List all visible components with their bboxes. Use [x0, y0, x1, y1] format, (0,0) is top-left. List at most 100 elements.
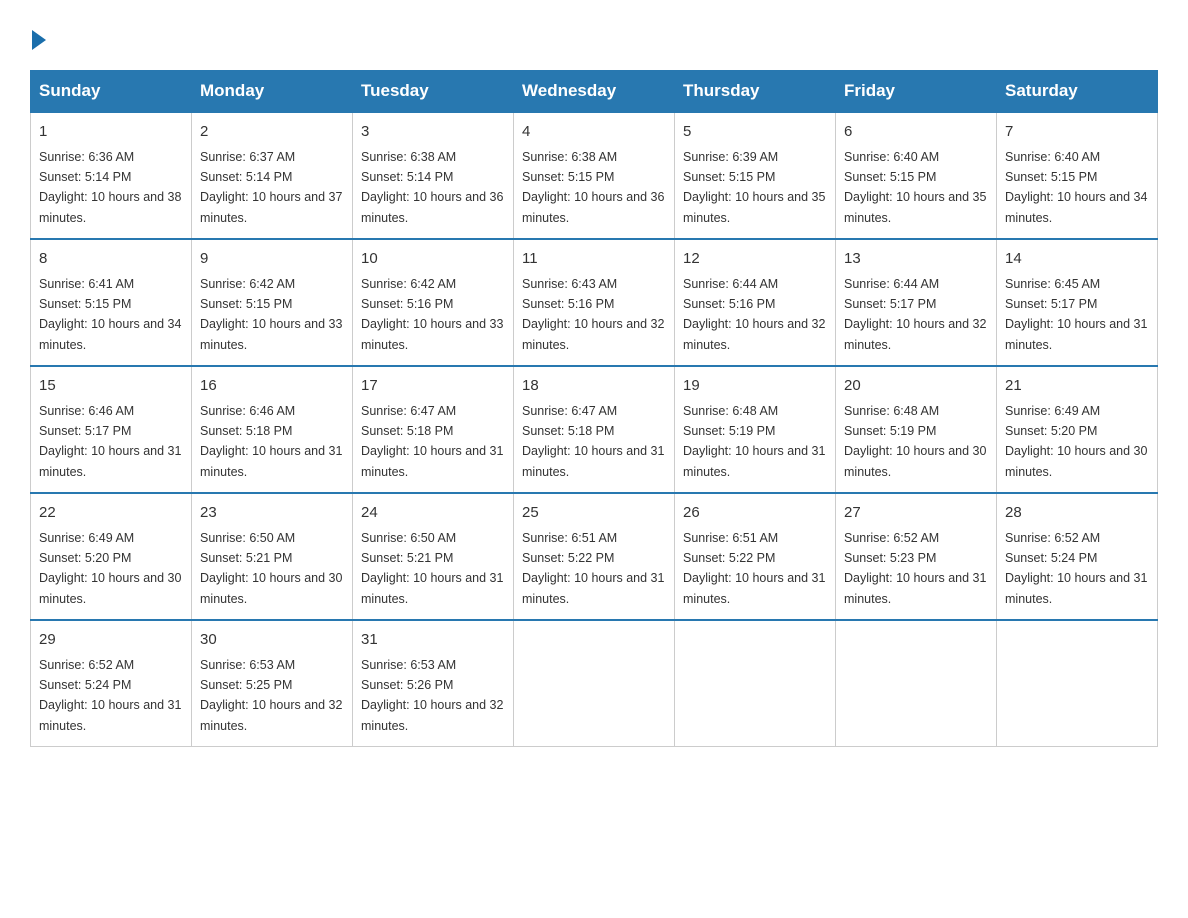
calendar-cell: 4 Sunrise: 6:38 AMSunset: 5:15 PMDayligh…: [514, 112, 675, 239]
day-number: 6: [844, 121, 988, 144]
week-row-4: 22 Sunrise: 6:49 AMSunset: 5:20 PMDaylig…: [31, 493, 1158, 620]
day-number: 22: [39, 502, 183, 525]
day-number: 3: [361, 121, 505, 144]
calendar-cell: 24 Sunrise: 6:50 AMSunset: 5:21 PMDaylig…: [353, 493, 514, 620]
day-info: Sunrise: 6:44 AMSunset: 5:16 PMDaylight:…: [683, 277, 825, 352]
day-info: Sunrise: 6:45 AMSunset: 5:17 PMDaylight:…: [1005, 277, 1147, 352]
day-number: 26: [683, 502, 827, 525]
day-number: 17: [361, 375, 505, 398]
calendar-cell: 23 Sunrise: 6:50 AMSunset: 5:21 PMDaylig…: [192, 493, 353, 620]
day-number: 30: [200, 629, 344, 652]
day-info: Sunrise: 6:42 AMSunset: 5:15 PMDaylight:…: [200, 277, 342, 352]
day-info: Sunrise: 6:52 AMSunset: 5:23 PMDaylight:…: [844, 531, 986, 606]
calendar-cell: 22 Sunrise: 6:49 AMSunset: 5:20 PMDaylig…: [31, 493, 192, 620]
calendar-table: SundayMondayTuesdayWednesdayThursdayFrid…: [30, 70, 1158, 747]
day-number: 24: [361, 502, 505, 525]
day-info: Sunrise: 6:42 AMSunset: 5:16 PMDaylight:…: [361, 277, 503, 352]
day-info: Sunrise: 6:40 AMSunset: 5:15 PMDaylight:…: [844, 150, 986, 225]
day-number: 23: [200, 502, 344, 525]
calendar-cell: 30 Sunrise: 6:53 AMSunset: 5:25 PMDaylig…: [192, 620, 353, 747]
day-info: Sunrise: 6:52 AMSunset: 5:24 PMDaylight:…: [1005, 531, 1147, 606]
day-info: Sunrise: 6:40 AMSunset: 5:15 PMDaylight:…: [1005, 150, 1147, 225]
day-number: 12: [683, 248, 827, 271]
calendar-cell: 12 Sunrise: 6:44 AMSunset: 5:16 PMDaylig…: [675, 239, 836, 366]
day-info: Sunrise: 6:49 AMSunset: 5:20 PMDaylight:…: [1005, 404, 1147, 479]
day-info: Sunrise: 6:53 AMSunset: 5:25 PMDaylight:…: [200, 658, 342, 733]
day-info: Sunrise: 6:44 AMSunset: 5:17 PMDaylight:…: [844, 277, 986, 352]
day-number: 18: [522, 375, 666, 398]
day-number: 5: [683, 121, 827, 144]
day-info: Sunrise: 6:47 AMSunset: 5:18 PMDaylight:…: [522, 404, 664, 479]
header-tuesday: Tuesday: [353, 71, 514, 113]
calendar-cell: 25 Sunrise: 6:51 AMSunset: 5:22 PMDaylig…: [514, 493, 675, 620]
day-number: 29: [39, 629, 183, 652]
calendar-cell: 14 Sunrise: 6:45 AMSunset: 5:17 PMDaylig…: [997, 239, 1158, 366]
logo-general-text: [30, 30, 47, 50]
calendar-cell: [836, 620, 997, 747]
day-info: Sunrise: 6:43 AMSunset: 5:16 PMDaylight:…: [522, 277, 664, 352]
calendar-cell: 20 Sunrise: 6:48 AMSunset: 5:19 PMDaylig…: [836, 366, 997, 493]
week-row-5: 29 Sunrise: 6:52 AMSunset: 5:24 PMDaylig…: [31, 620, 1158, 747]
day-number: 16: [200, 375, 344, 398]
day-number: 31: [361, 629, 505, 652]
calendar-cell: [514, 620, 675, 747]
calendar-cell: 17 Sunrise: 6:47 AMSunset: 5:18 PMDaylig…: [353, 366, 514, 493]
header: [30, 20, 1158, 50]
calendar-cell: 10 Sunrise: 6:42 AMSunset: 5:16 PMDaylig…: [353, 239, 514, 366]
day-info: Sunrise: 6:52 AMSunset: 5:24 PMDaylight:…: [39, 658, 181, 733]
calendar-cell: 29 Sunrise: 6:52 AMSunset: 5:24 PMDaylig…: [31, 620, 192, 747]
day-number: 15: [39, 375, 183, 398]
week-row-1: 1 Sunrise: 6:36 AMSunset: 5:14 PMDayligh…: [31, 112, 1158, 239]
day-info: Sunrise: 6:51 AMSunset: 5:22 PMDaylight:…: [522, 531, 664, 606]
day-number: 2: [200, 121, 344, 144]
day-info: Sunrise: 6:38 AMSunset: 5:15 PMDaylight:…: [522, 150, 664, 225]
calendar-cell: 26 Sunrise: 6:51 AMSunset: 5:22 PMDaylig…: [675, 493, 836, 620]
day-number: 11: [522, 248, 666, 271]
day-number: 7: [1005, 121, 1149, 144]
calendar-cell: 2 Sunrise: 6:37 AMSunset: 5:14 PMDayligh…: [192, 112, 353, 239]
calendar-cell: 3 Sunrise: 6:38 AMSunset: 5:14 PMDayligh…: [353, 112, 514, 239]
calendar-cell: 13 Sunrise: 6:44 AMSunset: 5:17 PMDaylig…: [836, 239, 997, 366]
day-number: 9: [200, 248, 344, 271]
calendar-cell: [997, 620, 1158, 747]
header-sunday: Sunday: [31, 71, 192, 113]
calendar-header: SundayMondayTuesdayWednesdayThursdayFrid…: [31, 71, 1158, 113]
header-wednesday: Wednesday: [514, 71, 675, 113]
calendar-cell: 27 Sunrise: 6:52 AMSunset: 5:23 PMDaylig…: [836, 493, 997, 620]
day-info: Sunrise: 6:53 AMSunset: 5:26 PMDaylight:…: [361, 658, 503, 733]
header-thursday: Thursday: [675, 71, 836, 113]
day-info: Sunrise: 6:37 AMSunset: 5:14 PMDaylight:…: [200, 150, 342, 225]
logo-triangle-icon: [32, 30, 46, 50]
day-info: Sunrise: 6:38 AMSunset: 5:14 PMDaylight:…: [361, 150, 503, 225]
day-number: 19: [683, 375, 827, 398]
calendar-cell: 8 Sunrise: 6:41 AMSunset: 5:15 PMDayligh…: [31, 239, 192, 366]
day-header-row: SundayMondayTuesdayWednesdayThursdayFrid…: [31, 71, 1158, 113]
day-number: 10: [361, 248, 505, 271]
day-info: Sunrise: 6:48 AMSunset: 5:19 PMDaylight:…: [683, 404, 825, 479]
calendar-cell: 6 Sunrise: 6:40 AMSunset: 5:15 PMDayligh…: [836, 112, 997, 239]
calendar-cell: 28 Sunrise: 6:52 AMSunset: 5:24 PMDaylig…: [997, 493, 1158, 620]
day-info: Sunrise: 6:50 AMSunset: 5:21 PMDaylight:…: [200, 531, 342, 606]
calendar-cell: 31 Sunrise: 6:53 AMSunset: 5:26 PMDaylig…: [353, 620, 514, 747]
calendar-cell: [675, 620, 836, 747]
calendar-cell: 16 Sunrise: 6:46 AMSunset: 5:18 PMDaylig…: [192, 366, 353, 493]
day-number: 13: [844, 248, 988, 271]
calendar-cell: 18 Sunrise: 6:47 AMSunset: 5:18 PMDaylig…: [514, 366, 675, 493]
calendar-cell: 11 Sunrise: 6:43 AMSunset: 5:16 PMDaylig…: [514, 239, 675, 366]
day-number: 28: [1005, 502, 1149, 525]
calendar-cell: 9 Sunrise: 6:42 AMSunset: 5:15 PMDayligh…: [192, 239, 353, 366]
header-friday: Friday: [836, 71, 997, 113]
day-info: Sunrise: 6:51 AMSunset: 5:22 PMDaylight:…: [683, 531, 825, 606]
week-row-3: 15 Sunrise: 6:46 AMSunset: 5:17 PMDaylig…: [31, 366, 1158, 493]
day-number: 4: [522, 121, 666, 144]
day-info: Sunrise: 6:46 AMSunset: 5:17 PMDaylight:…: [39, 404, 181, 479]
week-row-2: 8 Sunrise: 6:41 AMSunset: 5:15 PMDayligh…: [31, 239, 1158, 366]
calendar-body: 1 Sunrise: 6:36 AMSunset: 5:14 PMDayligh…: [31, 112, 1158, 747]
calendar-cell: 19 Sunrise: 6:48 AMSunset: 5:19 PMDaylig…: [675, 366, 836, 493]
day-number: 27: [844, 502, 988, 525]
day-info: Sunrise: 6:41 AMSunset: 5:15 PMDaylight:…: [39, 277, 181, 352]
day-number: 25: [522, 502, 666, 525]
logo: [30, 30, 47, 50]
day-info: Sunrise: 6:47 AMSunset: 5:18 PMDaylight:…: [361, 404, 503, 479]
calendar-cell: 5 Sunrise: 6:39 AMSunset: 5:15 PMDayligh…: [675, 112, 836, 239]
